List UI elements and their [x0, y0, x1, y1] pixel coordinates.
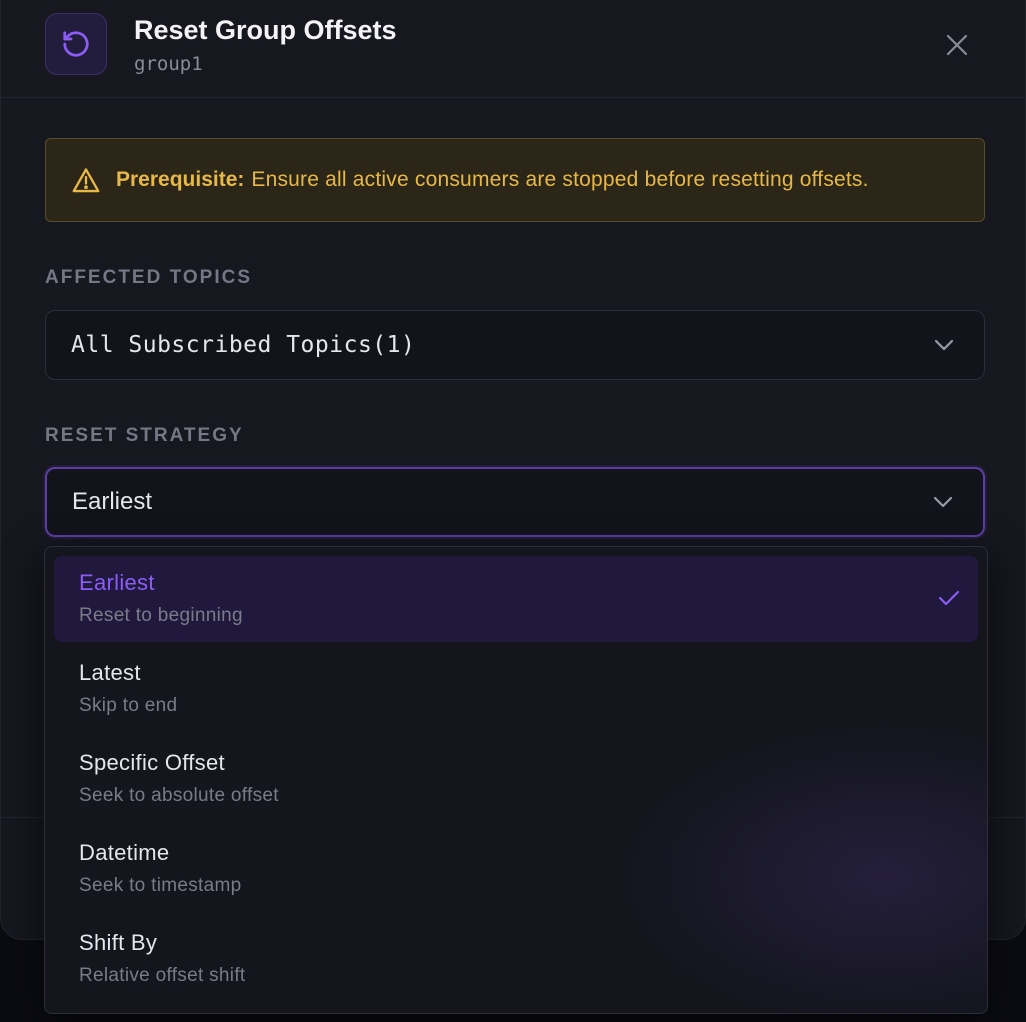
strategy-option-specific-offset[interactable]: Specific Offset Seek to absolute offset: [54, 736, 978, 822]
option-label: Specific Offset: [79, 750, 225, 775]
strategy-option-latest[interactable]: Latest Skip to end: [54, 646, 978, 732]
warning-icon: [72, 167, 100, 193]
option-description: Relative offset shift: [79, 965, 246, 986]
close-button[interactable]: [939, 27, 975, 63]
prerequisite-alert: Prerequisite: Ensure all active consumer…: [45, 138, 985, 222]
option-description: Seek to timestamp: [79, 875, 242, 896]
option-description: Skip to end: [79, 695, 178, 716]
alert-label: Prerequisite:: [116, 168, 245, 191]
option-label: Earliest: [79, 570, 155, 595]
reset-strategy-value: Earliest: [72, 488, 153, 515]
group-id: group1: [134, 53, 203, 75]
affected-topics-label: AFFECTED TOPICS: [45, 267, 252, 288]
option-label: Shift By: [79, 930, 158, 955]
dialog-header: Reset Group Offsets group1: [1, 0, 1025, 98]
reset-strategy-label: RESET STRATEGY: [45, 425, 244, 446]
option-description: Reset to beginning: [79, 605, 243, 626]
option-label: Datetime: [79, 840, 170, 865]
affected-topics-select[interactable]: All Subscribed Topics(1): [45, 310, 985, 380]
option-description: Seek to absolute offset: [79, 785, 279, 806]
reset-strategy-select[interactable]: Earliest: [45, 467, 985, 537]
reset-icon: [45, 13, 107, 75]
close-icon: [946, 34, 968, 56]
reset-strategy-dropdown: Earliest Reset to beginning Latest Skip …: [44, 546, 988, 1014]
strategy-option-datetime[interactable]: Datetime Seek to timestamp: [54, 826, 978, 912]
dialog-title: Reset Group Offsets: [134, 15, 397, 45]
chevron-down-icon: [933, 496, 953, 508]
strategy-option-earliest[interactable]: Earliest Reset to beginning: [54, 556, 978, 642]
alert-message: Ensure all active consumers are stopped …: [251, 168, 869, 191]
affected-topics-value: All Subscribed Topics(1): [71, 332, 416, 358]
check-icon: [938, 590, 960, 606]
chevron-down-icon: [934, 339, 954, 351]
strategy-option-shift-by[interactable]: Shift By Relative offset shift: [54, 916, 978, 1002]
option-label: Latest: [79, 660, 141, 685]
